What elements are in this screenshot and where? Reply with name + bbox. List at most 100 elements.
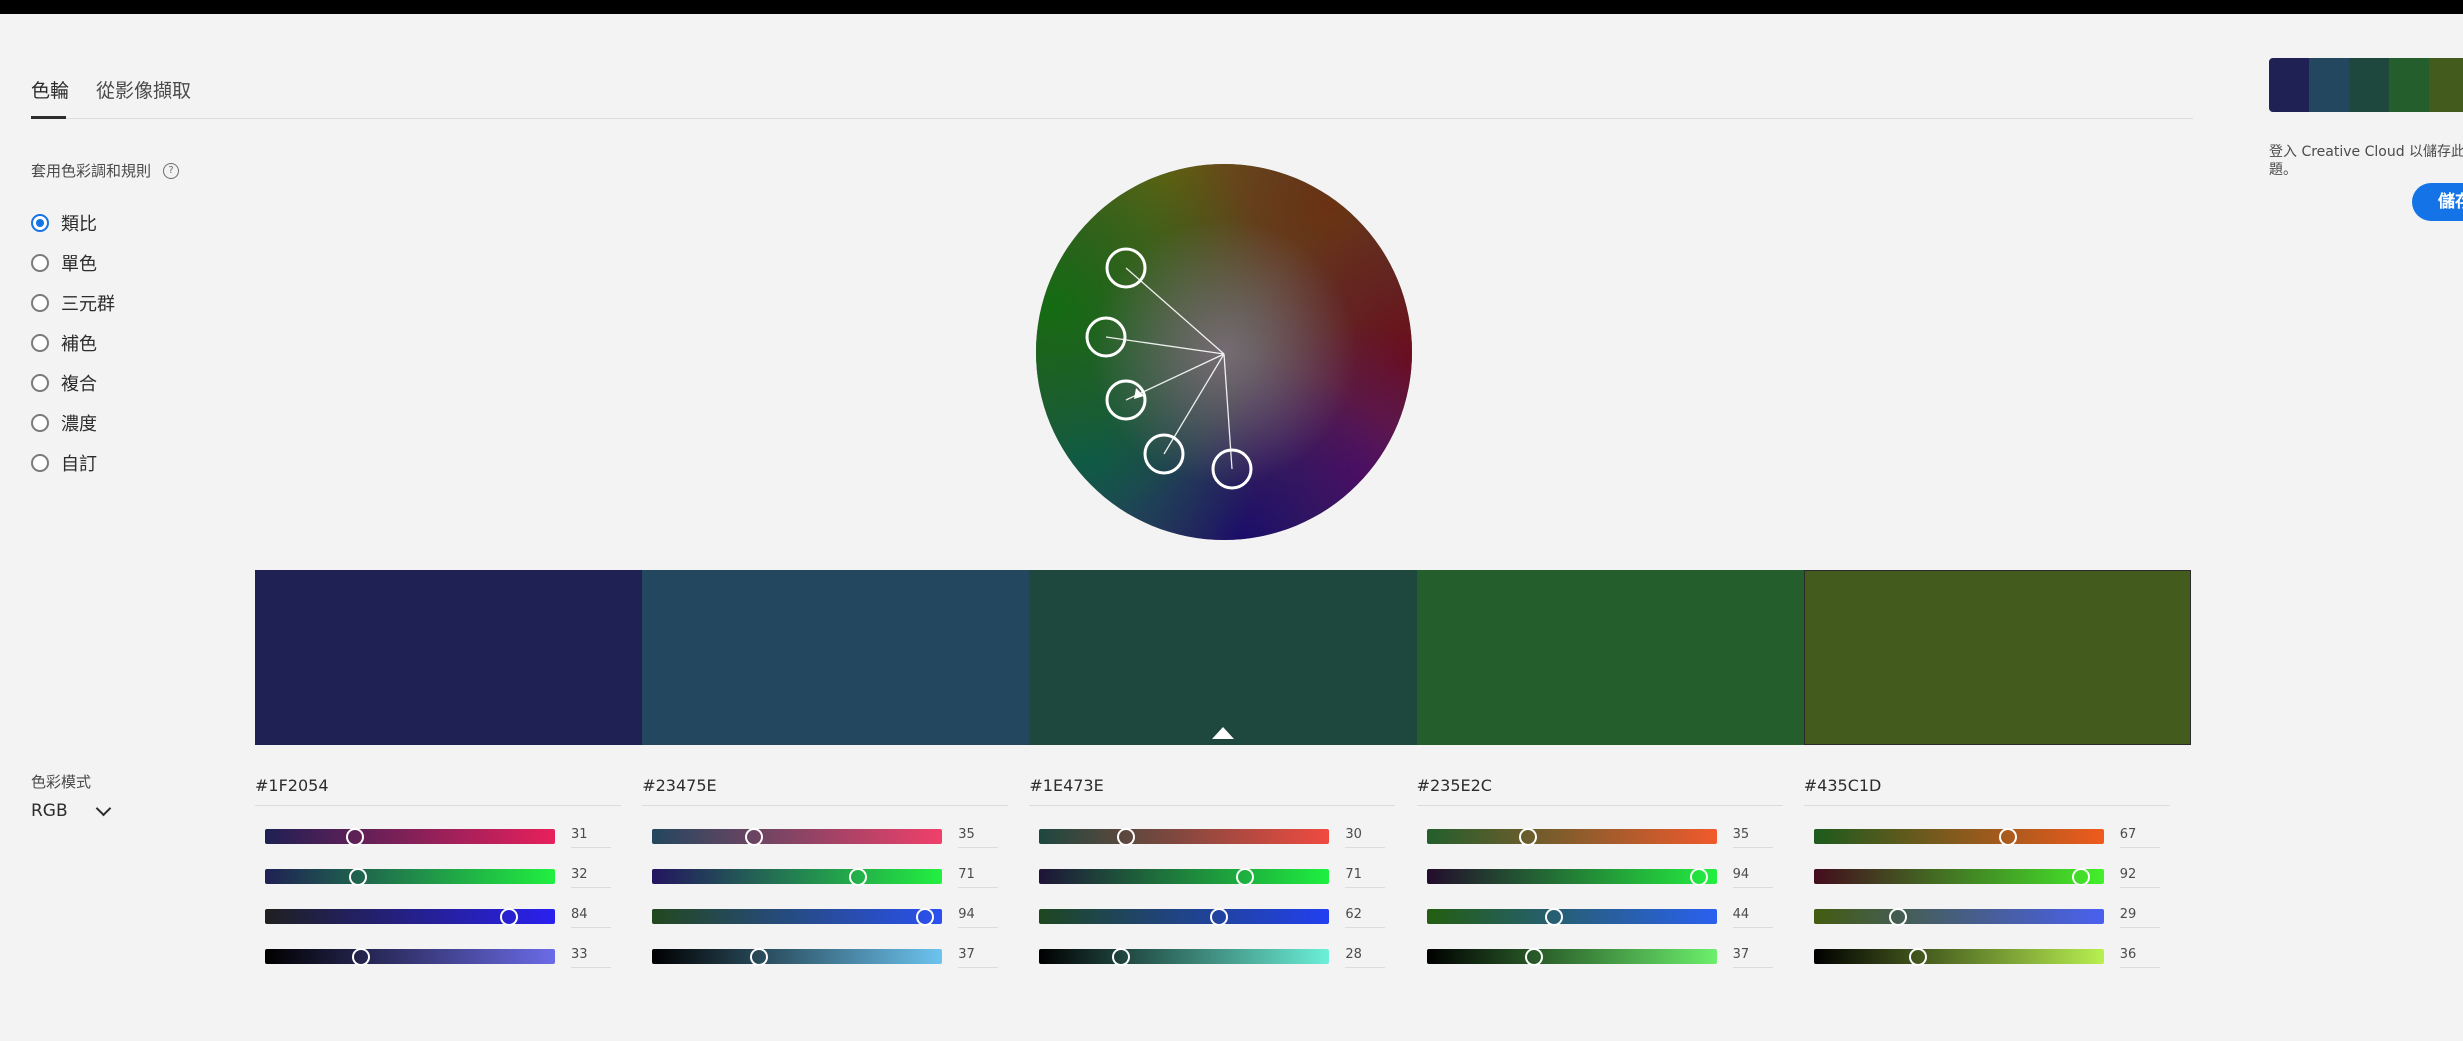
slider-track[interactable]	[1426, 869, 1717, 884]
channel-slider[interactable]: 33	[265, 947, 621, 968]
slider-track[interactable]	[1039, 869, 1330, 884]
slider-knob[interactable]	[348, 868, 367, 886]
slider-track[interactable]	[1426, 829, 1717, 844]
swatch-4[interactable]	[1416, 570, 1804, 745]
hex-value[interactable]: #435C1D	[1803, 776, 2170, 806]
rule-complementary[interactable]: 補色	[31, 323, 115, 363]
channel-value[interactable]: 29	[2119, 907, 2160, 928]
slider-track[interactable]	[1813, 949, 2104, 964]
channel-value[interactable]: 37	[958, 947, 999, 968]
slider-track[interactable]	[1813, 869, 2104, 884]
channel-slider[interactable]: 31	[265, 827, 621, 848]
channel-slider[interactable]: 94	[652, 907, 1008, 928]
hex-value[interactable]: #235E2C	[1416, 776, 1783, 806]
slider-track[interactable]	[1813, 829, 2104, 844]
slider-knob[interactable]	[849, 868, 868, 886]
channel-value[interactable]: 32	[571, 867, 611, 888]
color-mode-dropdown[interactable]: RGB	[31, 800, 111, 821]
channel-value[interactable]: 35	[1732, 827, 1773, 848]
slider-track[interactable]	[652, 949, 943, 964]
rule-custom[interactable]: 自訂	[31, 443, 115, 483]
channel-value[interactable]: 94	[958, 907, 999, 928]
channel-value[interactable]: 71	[958, 867, 999, 888]
channel-value[interactable]: 62	[1345, 907, 1386, 928]
slider-knob[interactable]	[345, 828, 364, 846]
channel-slider[interactable]: 37	[652, 947, 1008, 968]
hex-value[interactable]: #1F2054	[255, 776, 621, 806]
channel-slider[interactable]: 37	[1426, 947, 1783, 968]
channel-value[interactable]: 31	[571, 827, 611, 848]
channel-slider[interactable]: 67	[1813, 827, 2170, 848]
slider-track[interactable]	[265, 829, 555, 844]
channel-value[interactable]: 67	[2119, 827, 2160, 848]
save-button[interactable]: 儲存	[2412, 183, 2463, 221]
channel-value[interactable]: 35	[958, 827, 999, 848]
color-wheel-graphic[interactable]	[1034, 162, 1414, 542]
radio-icon[interactable]	[31, 254, 49, 272]
channel-value[interactable]: 30	[1345, 827, 1386, 848]
channel-slider[interactable]: 71	[652, 867, 1008, 888]
slider-track[interactable]	[1813, 909, 2104, 924]
channel-slider[interactable]: 36	[1813, 947, 2170, 968]
radio-selected-icon[interactable]	[31, 214, 49, 232]
rule-shades[interactable]: 濃度	[31, 403, 115, 443]
slider-track[interactable]	[652, 909, 943, 924]
slider-track[interactable]	[652, 869, 943, 884]
slider-track[interactable]	[652, 829, 943, 844]
rule-monochromatic[interactable]: 單色	[31, 243, 115, 283]
radio-icon[interactable]	[31, 294, 49, 312]
radio-icon[interactable]	[31, 454, 49, 472]
rule-analogous[interactable]: 類比	[31, 203, 115, 243]
channel-value[interactable]: 33	[571, 947, 611, 968]
channel-slider[interactable]: 35	[652, 827, 1008, 848]
swatch-1[interactable]	[255, 570, 643, 745]
channel-slider[interactable]: 44	[1426, 907, 1783, 928]
slider-knob[interactable]	[744, 828, 763, 846]
swatch-2[interactable]	[642, 570, 1030, 745]
radio-icon[interactable]	[31, 414, 49, 432]
slider-track[interactable]	[1039, 909, 1330, 924]
slider-knob[interactable]	[1999, 828, 2018, 846]
slider-knob[interactable]	[351, 948, 370, 966]
channel-value[interactable]: 36	[2119, 947, 2160, 968]
channel-slider[interactable]: 92	[1813, 867, 2170, 888]
radio-icon[interactable]	[31, 334, 49, 352]
slider-knob[interactable]	[1519, 828, 1538, 846]
channel-value[interactable]: 92	[2119, 867, 2160, 888]
theme-preview[interactable]	[2269, 58, 2463, 112]
channel-slider[interactable]: 32	[265, 867, 621, 888]
rule-compound[interactable]: 複合	[31, 363, 115, 403]
channel-slider[interactable]: 94	[1426, 867, 1783, 888]
swatch-5[interactable]	[1803, 570, 2192, 745]
slider-track[interactable]	[265, 869, 555, 884]
tab-color-wheel[interactable]: 色輪	[31, 76, 69, 103]
channel-value[interactable]: 37	[1732, 947, 1773, 968]
channel-slider[interactable]: 62	[1039, 907, 1395, 928]
slider-track[interactable]	[265, 949, 555, 964]
hex-value[interactable]: #1E473E	[1029, 776, 1396, 806]
slider-knob[interactable]	[499, 908, 518, 926]
channel-slider[interactable]: 35	[1426, 827, 1783, 848]
slider-track[interactable]	[1426, 949, 1717, 964]
channel-slider[interactable]: 71	[1039, 867, 1395, 888]
rule-triad[interactable]: 三元群	[31, 283, 115, 323]
slider-knob[interactable]	[915, 908, 934, 926]
help-icon[interactable]: ?	[163, 162, 180, 179]
channel-slider[interactable]: 28	[1039, 947, 1395, 968]
channel-slider[interactable]: 29	[1813, 907, 2170, 928]
channel-value[interactable]: 84	[571, 907, 611, 928]
slider-knob[interactable]	[1888, 908, 1907, 926]
channel-value[interactable]: 71	[1345, 867, 1386, 888]
slider-track[interactable]	[1426, 909, 1717, 924]
hex-value[interactable]: #23475E	[642, 776, 1009, 806]
swatch-3[interactable]	[1029, 570, 1417, 745]
channel-slider[interactable]: 30	[1039, 827, 1395, 848]
slider-knob[interactable]	[1111, 948, 1130, 966]
color-wheel[interactable]	[1034, 162, 1414, 542]
slider-track[interactable]	[1039, 949, 1330, 964]
channel-slider[interactable]: 84	[265, 907, 621, 928]
channel-value[interactable]: 28	[1345, 947, 1386, 968]
slider-track[interactable]	[1039, 829, 1330, 844]
channel-value[interactable]: 44	[1732, 907, 1773, 928]
slider-knob[interactable]	[1524, 948, 1543, 966]
